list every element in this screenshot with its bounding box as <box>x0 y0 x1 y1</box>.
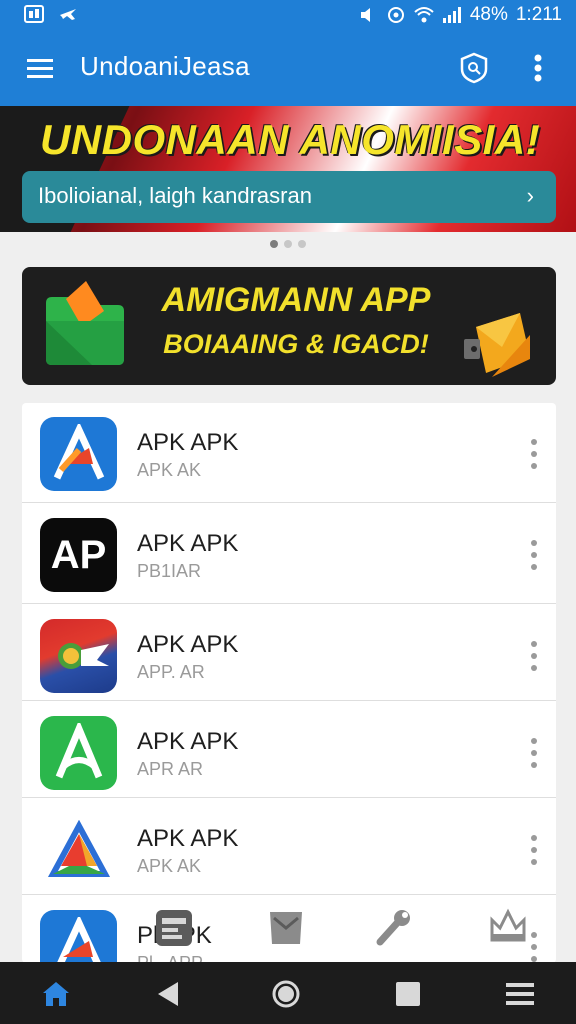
carousel-dot[interactable] <box>284 240 292 248</box>
app-title: APK APK <box>137 429 239 456</box>
bottom-overlay-icons <box>0 900 576 960</box>
menu-lines-icon[interactable] <box>498 972 542 1016</box>
home-circle-icon[interactable] <box>264 972 308 1016</box>
red-blue-app-icon <box>40 619 117 693</box>
tray-icon[interactable] <box>266 906 306 946</box>
app-subtitle: APR AR <box>137 759 204 779</box>
promo-line-1: AMIGMANN APP <box>161 281 431 319</box>
folder-logo-icon <box>42 281 126 367</box>
search-shield-icon[interactable] <box>452 46 496 90</box>
signal-icon <box>442 6 462 24</box>
more-options-icon[interactable] <box>526 738 542 768</box>
more-vertical-icon[interactable] <box>516 46 560 90</box>
list-item[interactable]: APK APK APR AR <box>22 702 556 798</box>
status-bar: 48% 1:211 <box>0 0 576 30</box>
sound-icon <box>358 6 378 24</box>
hero-headline: UNDONAAN ANOMIISIA! <box>40 116 541 163</box>
plane-icon <box>58 5 78 23</box>
carousel-indicator <box>270 240 306 248</box>
card-icon[interactable] <box>154 908 194 948</box>
recents-icon[interactable] <box>386 972 430 1016</box>
app-subtitle: APK AK <box>137 460 202 480</box>
app-title: UndoaniJeasa <box>80 51 250 81</box>
menu-icon[interactable] <box>18 46 62 90</box>
back-icon[interactable] <box>146 972 190 1016</box>
app-title: APK APK <box>137 728 239 755</box>
hero-search-text: Ibolioianal, laigh kandrasran <box>38 183 312 208</box>
hero-banner[interactable]: UNDONAAN ANOMIISIA! Ibolioianal, laigh k… <box>0 106 576 232</box>
app-subtitle: APP. AR <box>137 662 205 682</box>
list-item[interactable]: APK APK APK AK <box>22 799 556 895</box>
promo-banner[interactable]: AMIGMANN APP BOIAAING & IGACD! <box>22 267 556 385</box>
app-title: APK APK <box>137 530 239 557</box>
crown-icon[interactable] <box>488 906 528 946</box>
wrench-icon[interactable] <box>374 908 414 948</box>
hero-search-bar[interactable]: Ibolioianal, laigh kandrasran › <box>22 171 556 223</box>
list-item[interactable]: AP APK APK PB1IAR <box>22 504 556 604</box>
app-title: APK APK <box>137 631 239 658</box>
navigation-bar <box>0 962 576 1024</box>
battery-level: 48% <box>469 4 508 25</box>
carousel-dot[interactable] <box>270 240 278 248</box>
list-item[interactable]: APK APK APK AK <box>22 403 556 503</box>
wifi-icon <box>414 6 434 24</box>
app-bar: UndoaniJeasa <box>0 30 576 106</box>
eye-comfort-icon <box>386 6 406 24</box>
promo-line-2: BOIAAING & IGACD! <box>163 329 429 359</box>
app-title: APK APK <box>137 825 239 852</box>
gallery-icon <box>24 5 44 23</box>
more-options-icon[interactable] <box>526 835 542 865</box>
home-icon[interactable] <box>34 972 78 1016</box>
clock: 1:211 <box>515 4 562 25</box>
more-options-icon[interactable] <box>526 540 542 570</box>
carousel-dot[interactable] <box>298 240 306 248</box>
blue-a-app-icon <box>40 417 117 491</box>
app-list: APK APK APK AK AP APK APK PB1IAR APK APK… <box>22 403 556 963</box>
more-options-icon[interactable] <box>526 439 542 469</box>
app-subtitle: APK AK <box>137 856 202 876</box>
green-a-app-icon <box>40 716 117 790</box>
more-options-icon[interactable] <box>526 641 542 671</box>
app-subtitle: PB1IAR <box>137 561 202 581</box>
puzzle-icon <box>462 307 532 379</box>
black-ap-app-icon: AP <box>40 518 117 592</box>
chevron-right-icon[interactable]: › <box>527 183 534 209</box>
triangle-a-app-icon <box>40 813 117 887</box>
list-item[interactable]: APK APK APP. AR <box>22 605 556 701</box>
